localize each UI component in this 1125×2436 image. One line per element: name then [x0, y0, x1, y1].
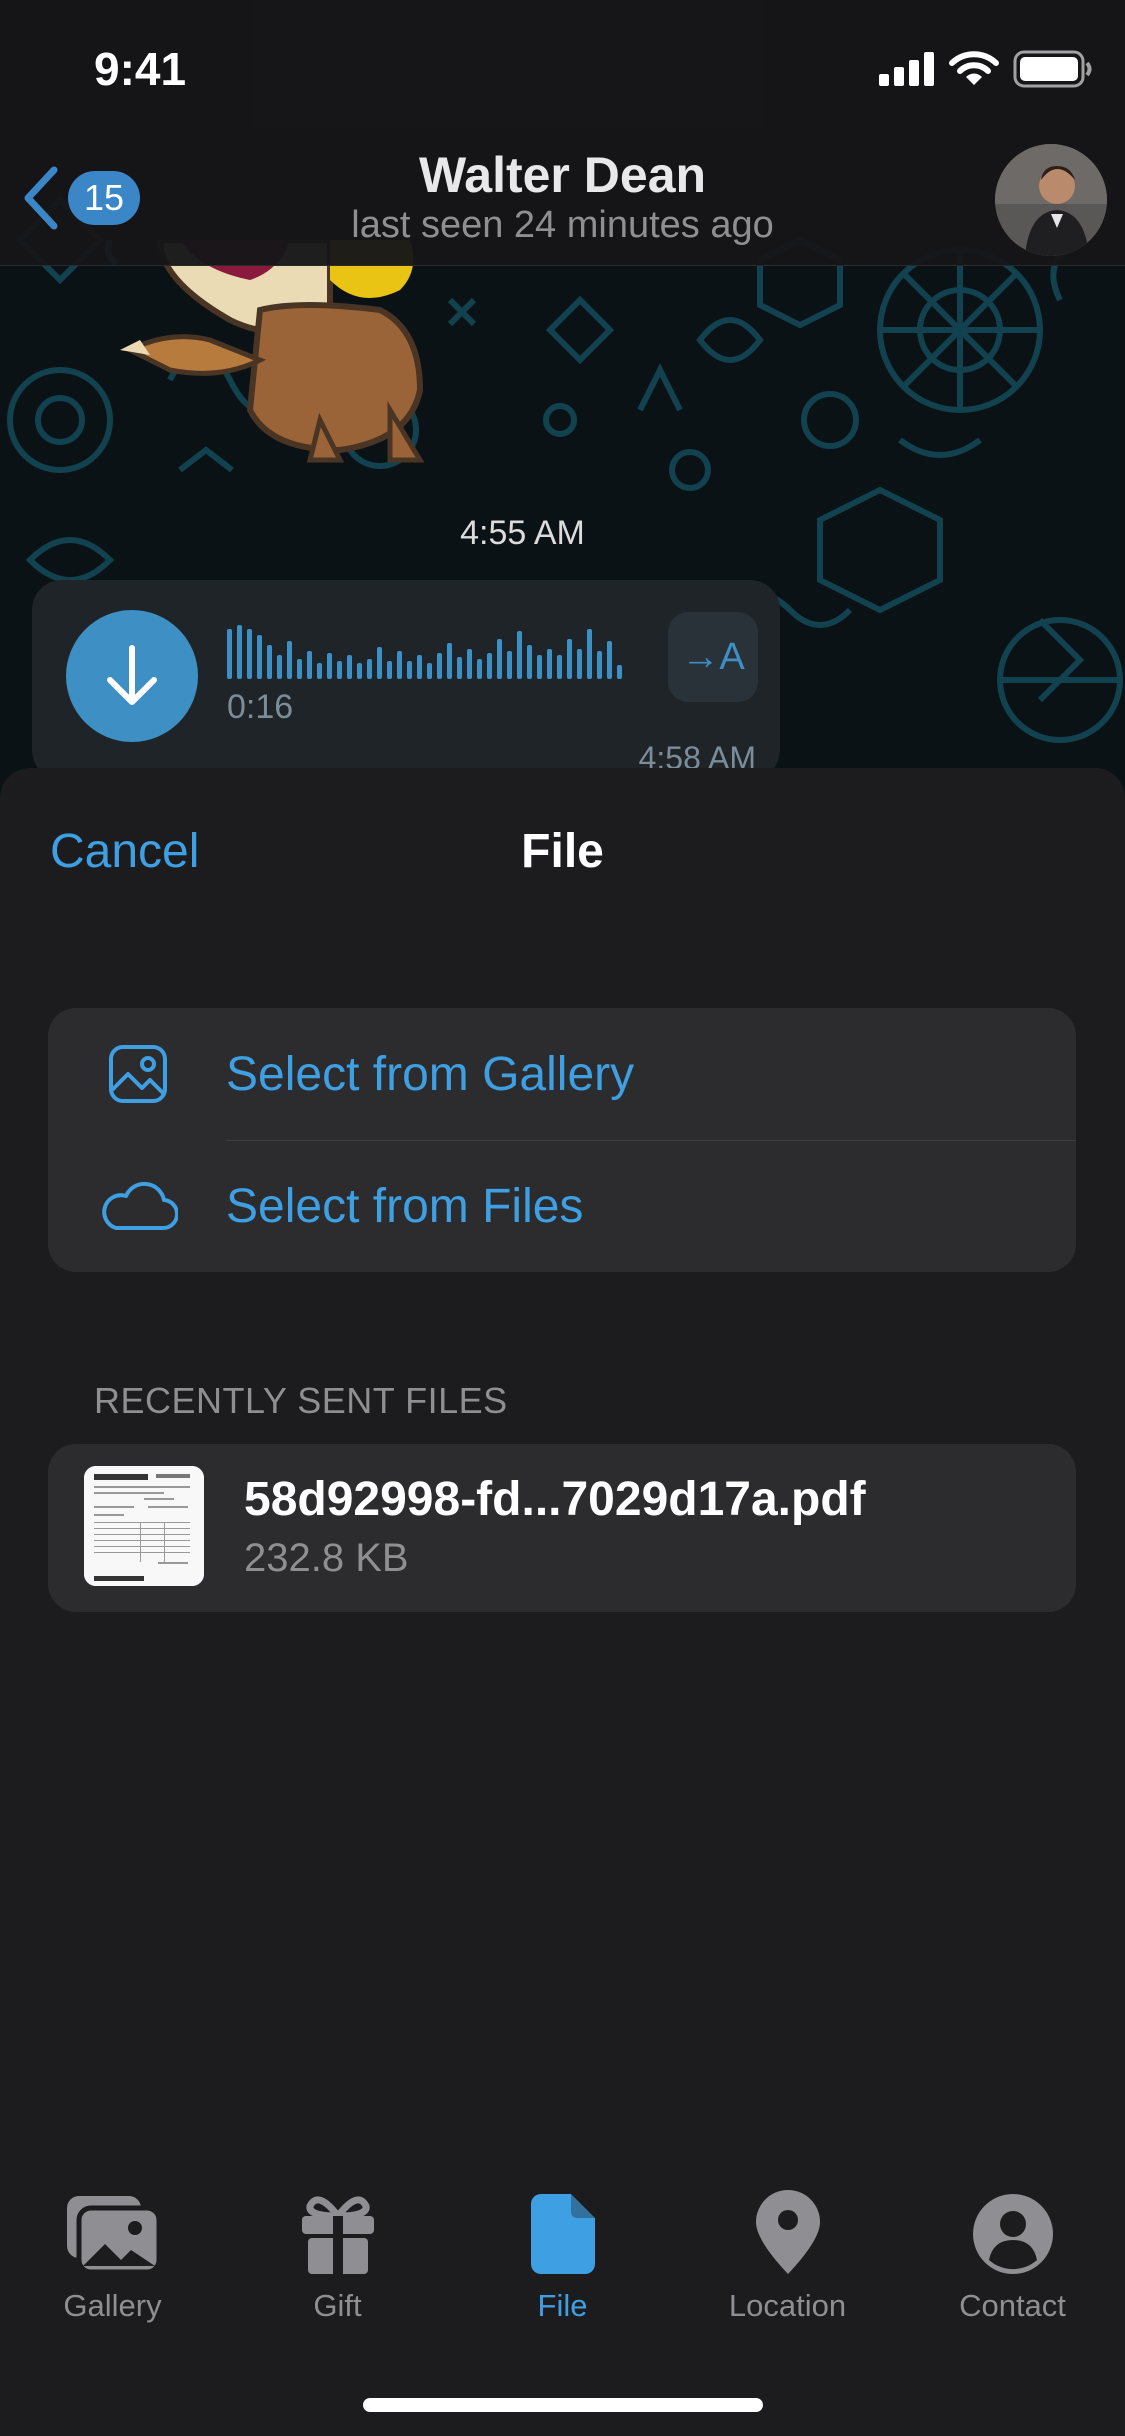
option-label: Select from Gallery: [226, 1047, 635, 1101]
last-seen-status: last seen 24 minutes ago: [351, 204, 774, 246]
status-icons: [879, 50, 1093, 88]
tab-gift[interactable]: Gift: [225, 2190, 450, 2323]
file-icon: [450, 2190, 675, 2274]
file-thumbnail: [84, 1466, 204, 1586]
sheet-title: File: [521, 825, 604, 878]
waveform[interactable]: [227, 625, 667, 679]
file-source-options: Select from Gallery Select from Files: [48, 1008, 1076, 1272]
tab-label: Location: [728, 2288, 847, 2323]
battery-icon: [1013, 50, 1092, 88]
voice-message-bubble[interactable]: 0:16 →A 4:58 AM: [32, 580, 780, 780]
tab-file[interactable]: File: [450, 2190, 675, 2323]
home-indicator[interactable]: [363, 2398, 763, 2412]
voice-duration: 0:16: [227, 688, 294, 726]
gift-icon: [225, 2190, 450, 2274]
select-from-gallery-option[interactable]: Select from Gallery: [48, 1008, 1076, 1140]
tab-gallery[interactable]: Gallery: [0, 2190, 225, 2323]
select-from-files-option[interactable]: Select from Files: [48, 1140, 1076, 1272]
contact-name[interactable]: Walter Dean: [0, 146, 1125, 204]
download-button[interactable]: [66, 610, 198, 742]
gallery-icon: [0, 2190, 225, 2274]
sticker-image[interactable]: [100, 237, 540, 475]
tab-label: Contact: [959, 2288, 1066, 2323]
tab-location[interactable]: Location: [675, 2190, 900, 2323]
file-name: 58d92998-fd...7029d17a.pdf: [244, 1473, 866, 1526]
attach-file-sheet: Cancel File Select from Gallery Select f…: [0, 768, 1125, 2436]
status-bar: 9:41: [0, 0, 1125, 140]
transcribe-button[interactable]: →A: [668, 612, 758, 702]
gallery-icon: [98, 1044, 178, 1104]
recent-files-header: RECENTLY SENT FILES: [94, 1380, 508, 1421]
file-size: 232.8 KB: [244, 1536, 409, 1580]
wifi-icon: [949, 51, 999, 85]
tab-contact[interactable]: Contact: [900, 2190, 1125, 2323]
status-time: 9:41: [94, 43, 187, 95]
arrow-down-icon: [107, 645, 157, 705]
chat-header: 15 Walter Dean last seen 24 minutes ago: [0, 140, 1125, 266]
location-pin-icon: [675, 2190, 900, 2274]
cloud-icon: [98, 1176, 178, 1236]
option-label: Select from Files: [226, 1179, 584, 1233]
message-timestamp: 4:55 AM: [460, 514, 585, 552]
avatar[interactable]: [995, 144, 1107, 256]
tab-label: Gift: [313, 2288, 362, 2323]
tab-label: Gallery: [63, 2288, 162, 2323]
attachment-tab-bar: Gallery Gift File Location Contact: [0, 2190, 1125, 2323]
signal-icon: [879, 52, 934, 86]
contact-icon: [900, 2190, 1125, 2274]
tab-label: File: [537, 2288, 588, 2323]
recent-file-item[interactable]: 58d92998-fd...7029d17a.pdf 232.8 KB: [48, 1444, 1076, 1612]
